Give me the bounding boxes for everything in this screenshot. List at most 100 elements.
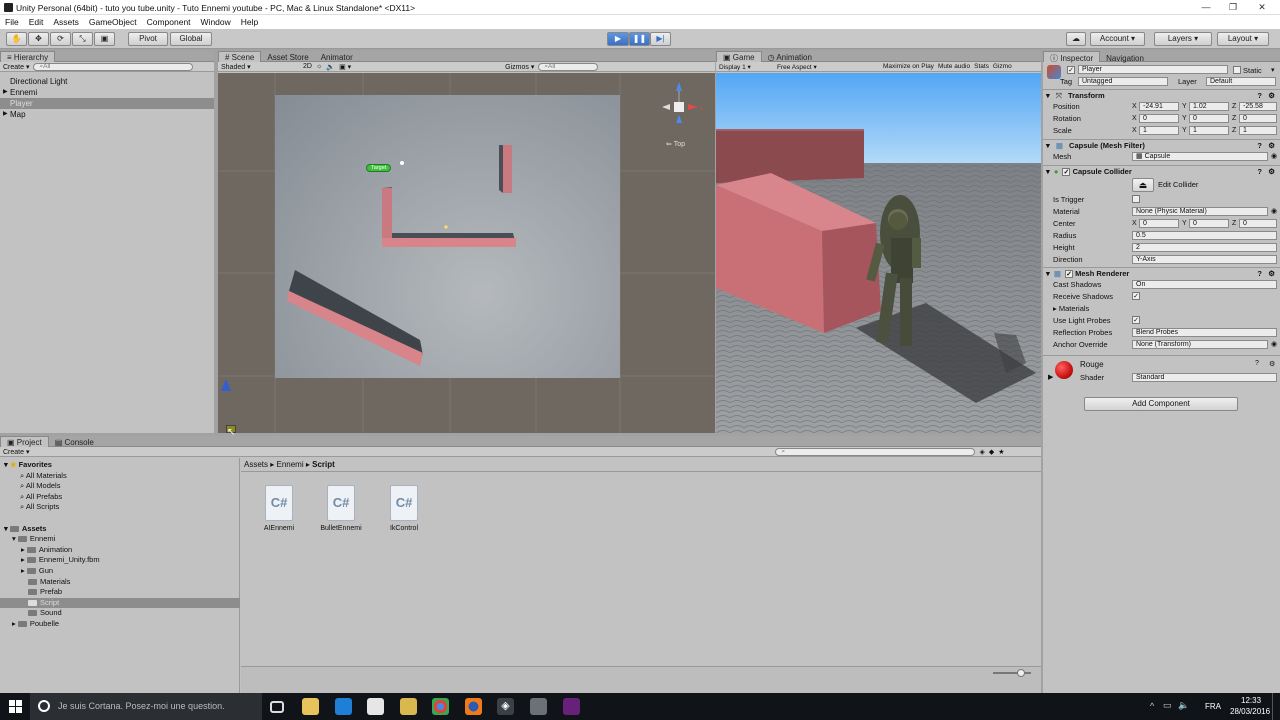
breadcrumb-assets[interactable]: Assets bbox=[244, 460, 268, 469]
receive-shadows-checkbox[interactable]: ✓ bbox=[1132, 292, 1140, 300]
script-asset-aiennemi[interactable]: C# AIEnnemi bbox=[249, 485, 309, 532]
rotate-tool-icon[interactable]: ⟳ bbox=[50, 32, 71, 46]
capsule-collider-header[interactable]: ▾ ● ✓ Capsule Collider ? ⚙ bbox=[1043, 165, 1280, 177]
cloud-icon[interactable]: ☁ bbox=[1066, 32, 1086, 46]
component-help-icon[interactable]: ? bbox=[1257, 166, 1262, 178]
tab-game[interactable]: ▣ Game bbox=[716, 51, 762, 62]
tab-animation[interactable]: ◷ Animation bbox=[762, 52, 818, 63]
layers-dropdown[interactable]: Layers ▾ bbox=[1154, 32, 1212, 46]
folder-item[interactable]: ▸ Animation bbox=[21, 545, 72, 556]
rotation-z-field[interactable]: 0 bbox=[1239, 114, 1277, 123]
radius-field[interactable]: 0.5 bbox=[1132, 231, 1277, 240]
foldout-arrow-icon[interactable]: ▾ bbox=[1046, 91, 1050, 100]
scale-y-field[interactable]: 1 bbox=[1189, 126, 1229, 135]
menu-assets[interactable]: Assets bbox=[48, 15, 84, 27]
file-explorer-icon[interactable] bbox=[302, 698, 319, 715]
add-component-button[interactable]: Add Component bbox=[1084, 397, 1238, 411]
store-icon[interactable] bbox=[367, 698, 384, 715]
stats-toggle[interactable]: Stats bbox=[974, 63, 989, 70]
windows-start-icon[interactable] bbox=[9, 700, 22, 713]
breadcrumb-script[interactable]: Script bbox=[312, 460, 335, 469]
global-toggle[interactable]: Global bbox=[170, 32, 212, 46]
pause-button[interactable]: ❚❚ bbox=[629, 32, 650, 46]
center-z-field[interactable]: 0 bbox=[1239, 219, 1277, 228]
maximize-button[interactable]: ❐ bbox=[1219, 1, 1247, 13]
menu-gameobject[interactable]: GameObject bbox=[84, 15, 142, 27]
menu-edit[interactable]: Edit bbox=[24, 15, 49, 27]
rotation-x-field[interactable]: 0 bbox=[1139, 114, 1179, 123]
menu-component[interactable]: Component bbox=[142, 15, 196, 27]
renderer-enabled-checkbox[interactable]: ✓ bbox=[1065, 270, 1074, 279]
2d-toggle[interactable]: 2D bbox=[303, 63, 312, 70]
scale-x-field[interactable]: 1 bbox=[1139, 126, 1179, 135]
collider-material-field[interactable]: None (Physic Material) bbox=[1132, 207, 1268, 216]
firefox-icon[interactable] bbox=[465, 698, 482, 715]
position-x-field[interactable]: -24.91 bbox=[1139, 102, 1179, 111]
hand-tool-icon[interactable]: ✋ bbox=[6, 32, 27, 46]
hierarchy-search-input[interactable]: ⌕All bbox=[33, 62, 194, 71]
mesh-renderer-header[interactable]: ▾ ▦ ✓ Mesh Renderer ? ⚙ bbox=[1043, 267, 1280, 279]
project-create-button[interactable]: Create ▾ bbox=[3, 448, 29, 456]
mute-audio-toggle[interactable]: Mute audio bbox=[938, 63, 970, 70]
object-picker-icon[interactable]: ◉ bbox=[1271, 207, 1277, 215]
game-viewport[interactable] bbox=[716, 73, 1041, 433]
orientation-gizmo-icon[interactable]: x bbox=[658, 79, 704, 129]
favorite-item[interactable]: ⌕ All Models bbox=[20, 481, 60, 492]
script-asset-ikcontrol[interactable]: C# IkControl bbox=[374, 485, 434, 532]
scene-viewport[interactable]: Target x ⇐ Top ↖ bbox=[218, 73, 715, 438]
mesh-filter-header[interactable]: ▾ ▦ Capsule (Mesh Filter) ? ⚙ bbox=[1043, 139, 1280, 151]
folder-item[interactable]: ▸ Ennemi_Unity.fbm bbox=[21, 555, 100, 566]
component-settings-icon[interactable]: ⚙ bbox=[1268, 140, 1275, 152]
effects-toggle-icon[interactable]: ▣ ▾ bbox=[339, 63, 351, 71]
close-button[interactable]: ✕ bbox=[1248, 1, 1276, 13]
favorite-search-icon[interactable]: ★ bbox=[998, 448, 1004, 456]
active-checkbox[interactable]: ✓ bbox=[1067, 66, 1075, 74]
volume-icon[interactable]: 🔈 bbox=[1178, 700, 1189, 711]
tab-inspector[interactable]: ⓘ Inspector bbox=[1043, 51, 1101, 63]
folder-item[interactable]: ▾ Ennemi bbox=[12, 534, 55, 545]
folder-item[interactable]: Materials bbox=[28, 577, 70, 588]
direction-dropdown[interactable]: Y-Axis bbox=[1132, 255, 1277, 264]
component-settings-icon[interactable]: ⚙ bbox=[1268, 268, 1275, 280]
script-asset-bulletennemi[interactable]: C# BulletEnnemi bbox=[311, 485, 371, 532]
edge-icon[interactable] bbox=[335, 698, 352, 715]
tag-dropdown[interactable]: Untagged bbox=[1078, 77, 1168, 86]
favorite-item[interactable]: ⌕ All Materials bbox=[20, 471, 67, 482]
cortana-search-box[interactable]: Je suis Cortana. Posez-moi une question. bbox=[30, 693, 262, 720]
clock-time[interactable]: 12:33 bbox=[1241, 696, 1261, 705]
object-name-field[interactable]: Player bbox=[1078, 65, 1228, 74]
static-checkbox[interactable] bbox=[1233, 66, 1241, 74]
scene-gizmo-widget[interactable]: x ⇐ Top bbox=[658, 79, 704, 148]
foldout-arrow-icon[interactable]: ▾ bbox=[1046, 269, 1050, 278]
is-trigger-checkbox[interactable] bbox=[1132, 195, 1140, 203]
gizmos-toggle[interactable]: Gizmo bbox=[993, 63, 1012, 70]
search-by-type-icon[interactable]: ◈ bbox=[979, 448, 984, 456]
folder-taskbar-icon[interactable] bbox=[400, 698, 417, 715]
favorite-item[interactable]: ⌕ All Prefabs bbox=[20, 492, 62, 503]
component-settings-icon[interactable]: ⚙ bbox=[1269, 360, 1275, 368]
hierarchy-item-map[interactable]: ▶ Map bbox=[0, 109, 214, 120]
favorite-item[interactable]: ⌕ All Scripts bbox=[20, 502, 59, 513]
tab-console[interactable]: ▤ Console bbox=[49, 437, 100, 448]
object-picker-icon[interactable]: ◉ bbox=[1271, 340, 1277, 348]
audio-toggle-icon[interactable]: 🔈 bbox=[326, 63, 335, 71]
maximize-on-play-toggle[interactable]: Maximize on Play bbox=[883, 63, 934, 70]
folder-item[interactable]: Prefab bbox=[28, 587, 62, 598]
play-button[interactable]: ▶ bbox=[607, 32, 629, 46]
clock-date[interactable]: 28/03/2016 bbox=[1230, 707, 1270, 716]
aspect-dropdown[interactable]: Free Aspect ▾ bbox=[777, 63, 879, 71]
static-dropdown-icon[interactable]: ▾ bbox=[1271, 66, 1275, 74]
component-help-icon[interactable]: ? bbox=[1257, 140, 1262, 152]
object-picker-icon[interactable]: ◉ bbox=[1271, 152, 1277, 160]
edit-collider-button[interactable]: ⏏ bbox=[1132, 178, 1154, 192]
hierarchy-item-player[interactable]: Player bbox=[0, 98, 214, 109]
pivot-toggle[interactable]: Pivot bbox=[128, 32, 168, 46]
folder-item-selected[interactable]: Script bbox=[0, 597, 240, 609]
search-by-label-icon[interactable]: ◆ bbox=[989, 448, 994, 456]
tab-animator[interactable]: Animator bbox=[315, 52, 359, 63]
foldout-arrow-icon[interactable]: ▾ bbox=[1046, 167, 1050, 176]
expand-arrow-icon[interactable]: ▶ bbox=[3, 109, 8, 120]
component-settings-icon[interactable]: ⚙ bbox=[1268, 166, 1275, 178]
network-icon[interactable]: ▭ bbox=[1163, 700, 1172, 711]
scene-search-input[interactable]: ⌕All bbox=[538, 62, 599, 71]
